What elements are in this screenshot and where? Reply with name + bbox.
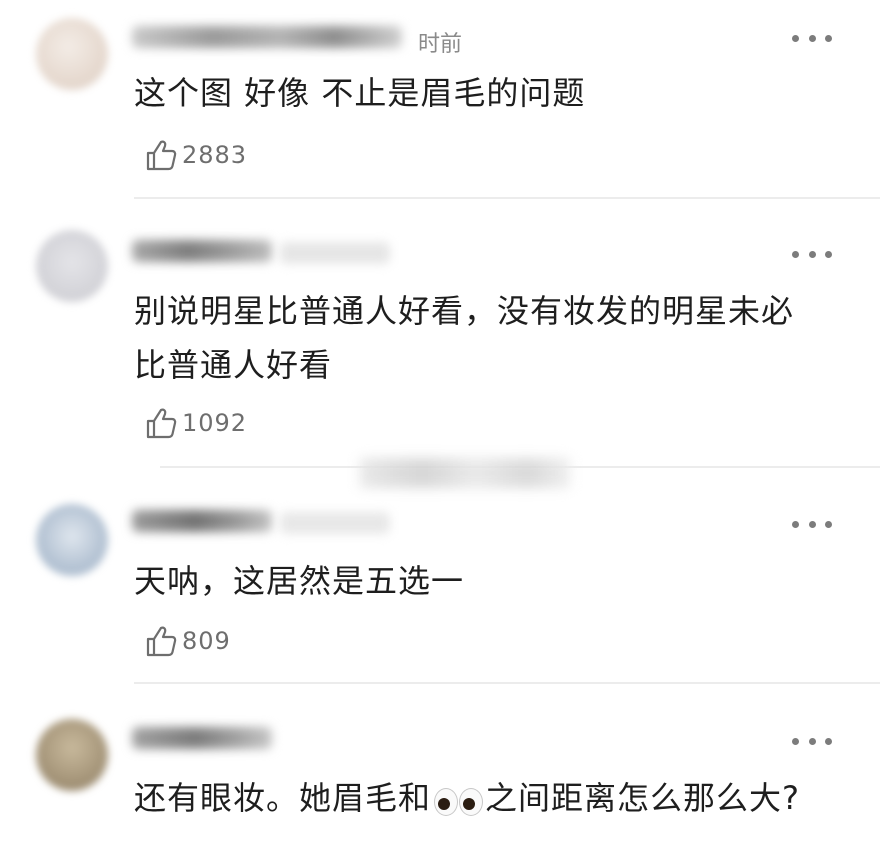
like-count: 2883	[182, 141, 248, 169]
avatar[interactable]	[36, 230, 108, 302]
comment-text: 天呐，这居然是五选一	[134, 562, 465, 600]
comment-text: 这个图 好像 不止是眉毛的问题	[134, 74, 586, 112]
avatar[interactable]	[36, 504, 108, 576]
username[interactable]	[132, 510, 272, 532]
comment-text: 别说明星比普通人好看，没有妆发的明星未必比普通人好看	[134, 292, 795, 384]
comment-item: 还有眼妆。她眉毛和 之间距离怎么那么大?	[0, 685, 880, 850]
like-button[interactable]: 1092	[144, 406, 247, 440]
like-button[interactable]: 2883	[144, 138, 247, 172]
comment-item: 时前 这个图 好像 不止是眉毛的问题 2883	[0, 0, 880, 200]
username[interactable]	[132, 26, 402, 48]
username[interactable]	[132, 727, 272, 749]
more-dots-icon[interactable]	[792, 516, 832, 532]
thumbs-up-outline-icon	[146, 408, 177, 439]
more-dots-icon[interactable]	[792, 733, 832, 749]
comment-item: 天呐，这居然是五选一 809	[0, 470, 880, 685]
like-count: 1092	[182, 409, 248, 437]
username-suffix	[280, 242, 390, 264]
comment-text: 还有眼妆。她眉毛和 之间距离怎么那么大?	[134, 771, 824, 825]
comment-list: 时前 这个图 好像 不止是眉毛的问题 2883 别说明星比普通人好看，没有妆发的…	[0, 0, 880, 850]
comment-item: 别说明星比普通人好看，没有妆发的明星未必比普通人好看 1092	[0, 200, 880, 470]
eyes-emoji	[433, 785, 484, 816]
divider	[134, 682, 880, 684]
comment-text-part: 还有眼妆。她眉毛和	[134, 779, 432, 817]
more-dots-icon[interactable]	[792, 30, 832, 46]
username-suffix	[280, 512, 390, 534]
avatar[interactable]	[36, 719, 108, 791]
like-count: 809	[182, 627, 231, 655]
more-dots-icon[interactable]	[792, 246, 832, 262]
divider	[134, 197, 880, 199]
comment-text-part: 之间距离怎么那么大?	[485, 779, 801, 817]
like-button[interactable]: 809	[144, 624, 231, 658]
avatar[interactable]	[36, 18, 108, 90]
thumbs-up-outline-icon	[146, 626, 177, 657]
username[interactable]	[132, 240, 272, 262]
comment-time: 时前	[418, 32, 463, 57]
thumbs-up-outline-icon	[146, 140, 177, 171]
